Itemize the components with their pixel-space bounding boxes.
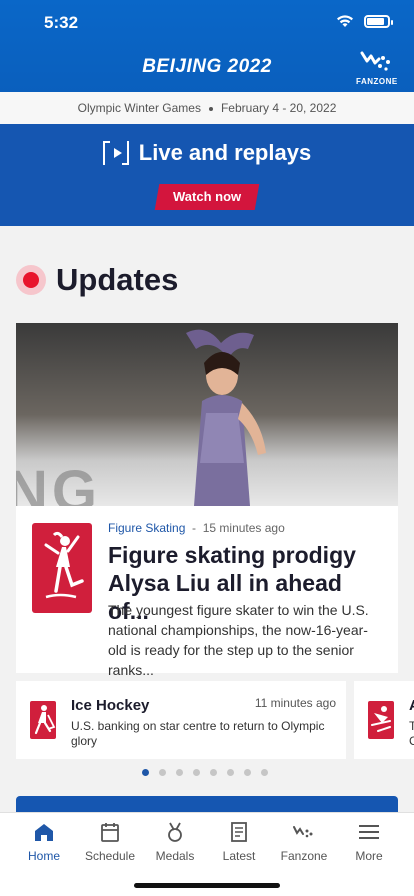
watch-now-label: Watch now — [172, 189, 242, 204]
live-replays-banner[interactable]: Live and replays Watch now — [0, 124, 414, 226]
ice-hockey-pictogram — [30, 701, 56, 739]
article-meta: Figure Skating - 15 minutes ago — [108, 521, 285, 535]
carousel-dot[interactable] — [142, 769, 149, 776]
watch-now-button[interactable]: Watch now — [154, 184, 260, 210]
featured-article-card[interactable]: NG CHAMPIC Figure Skating - 15 minutes — [16, 323, 398, 678]
fanzone-icon — [360, 51, 390, 71]
live-dot-icon — [16, 265, 46, 295]
tab-home-label: Home — [27, 849, 60, 863]
tab-schedule-label: Schedule — [84, 849, 136, 863]
calendar-icon — [101, 823, 119, 842]
play-icon — [102, 141, 129, 165]
carousel-dot[interactable] — [176, 769, 183, 776]
updates-heading: Updates — [16, 262, 178, 298]
card-text: U.S. banking on star centre to return to… — [71, 719, 325, 748]
live-replays-title: Live and replays — [0, 140, 414, 166]
fanzone-button[interactable]: FANZONE — [356, 50, 398, 86]
bottom-tab-bar: Home Schedule Medals Latest Fanzone More — [0, 812, 414, 896]
event-name: Olympic Winter Games — [77, 101, 201, 115]
medal-icon — [168, 822, 182, 842]
menu-icon — [359, 825, 379, 839]
tab-medals-label: Medals — [155, 849, 195, 863]
figure-skating-pictogram — [32, 523, 92, 613]
peek-card-text: T C — [409, 719, 414, 748]
fanzone-icon — [293, 826, 313, 838]
app-header: 5:32 BEIJING 2022 FANZONE — [0, 0, 414, 92]
carousel-dot[interactable] — [244, 769, 251, 776]
tab-latest[interactable]: Latest — [206, 821, 272, 863]
games-info-bar: Olympic Winter Games February 4 - 20, 202… — [0, 92, 414, 124]
carousel-page-indicator[interactable] — [0, 769, 414, 776]
fanzone-label: FANZONE — [356, 77, 398, 86]
tab-schedule[interactable]: Schedule — [77, 821, 143, 863]
live-replays-label: Live and replays — [138, 140, 312, 165]
featured-article-image: NG CHAMPIC — [16, 323, 398, 506]
card-title: Ice Hockey — [71, 697, 150, 714]
status-icons — [336, 14, 393, 28]
alpine-skiing-pictogram — [368, 701, 394, 739]
wifi-icon — [337, 15, 353, 27]
featured-article-body: Figure Skating - 15 minutes ago Figure s… — [16, 506, 398, 678]
tab-fanzone[interactable]: Fanzone — [271, 821, 337, 863]
article-category[interactable]: Figure Skating — [108, 521, 185, 535]
status-time: 5:32 — [44, 13, 79, 32]
tab-fanzone-label: Fanzone — [280, 849, 328, 863]
tab-medals[interactable]: Medals — [142, 821, 208, 863]
carousel-dot[interactable] — [159, 769, 166, 776]
news-card-peek[interactable]: A T C — [354, 681, 414, 759]
updates-title: Updates — [56, 262, 179, 297]
article-time: 15 minutes ago — [202, 521, 285, 535]
event-dates: February 4 - 20, 2022 — [220, 101, 337, 115]
tab-latest-label: Latest — [222, 849, 256, 863]
tab-home[interactable]: Home — [11, 821, 77, 863]
carousel-dot[interactable] — [193, 769, 200, 776]
tab-more-label: More — [355, 849, 383, 863]
document-icon — [231, 822, 247, 842]
carousel-dot[interactable] — [210, 769, 217, 776]
carousel-dot[interactable] — [227, 769, 234, 776]
home-icon — [35, 824, 53, 841]
separator-dot — [208, 106, 213, 111]
tab-more[interactable]: More — [336, 821, 402, 863]
meta-separator: - — [192, 521, 197, 535]
peek-card-title: A — [409, 697, 414, 714]
battery-level — [367, 17, 384, 25]
card-time: 11 minutes ago — [254, 696, 336, 710]
battery-icon — [364, 14, 393, 28]
beijing-2022-logo: BEIJING 2022 — [142, 56, 272, 77]
carousel-dot[interactable] — [261, 769, 268, 776]
article-summary: The youngest figure skater to win the U.… — [108, 602, 369, 678]
home-indicator[interactable] — [134, 883, 280, 888]
skater-photo — [186, 329, 266, 506]
news-card-ice-hockey[interactable]: Ice Hockey 11 minutes ago U.S. banking o… — [16, 681, 346, 759]
